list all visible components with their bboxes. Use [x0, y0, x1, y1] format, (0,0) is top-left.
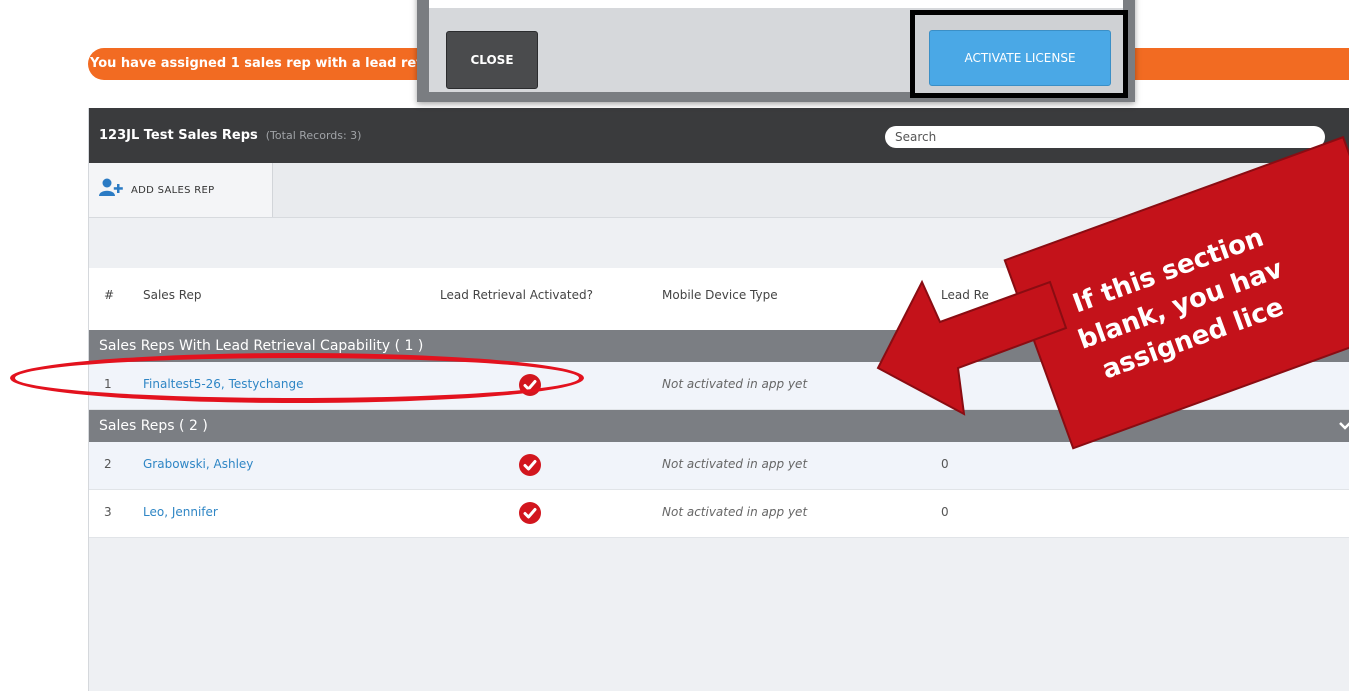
- callout-banner: If this section blank, you hav assigned …: [1003, 135, 1349, 450]
- page: You have assigned 1 sales rep with a lea…: [0, 0, 1349, 691]
- callout-annotation: If this section blank, you hav assigned …: [876, 135, 1349, 450]
